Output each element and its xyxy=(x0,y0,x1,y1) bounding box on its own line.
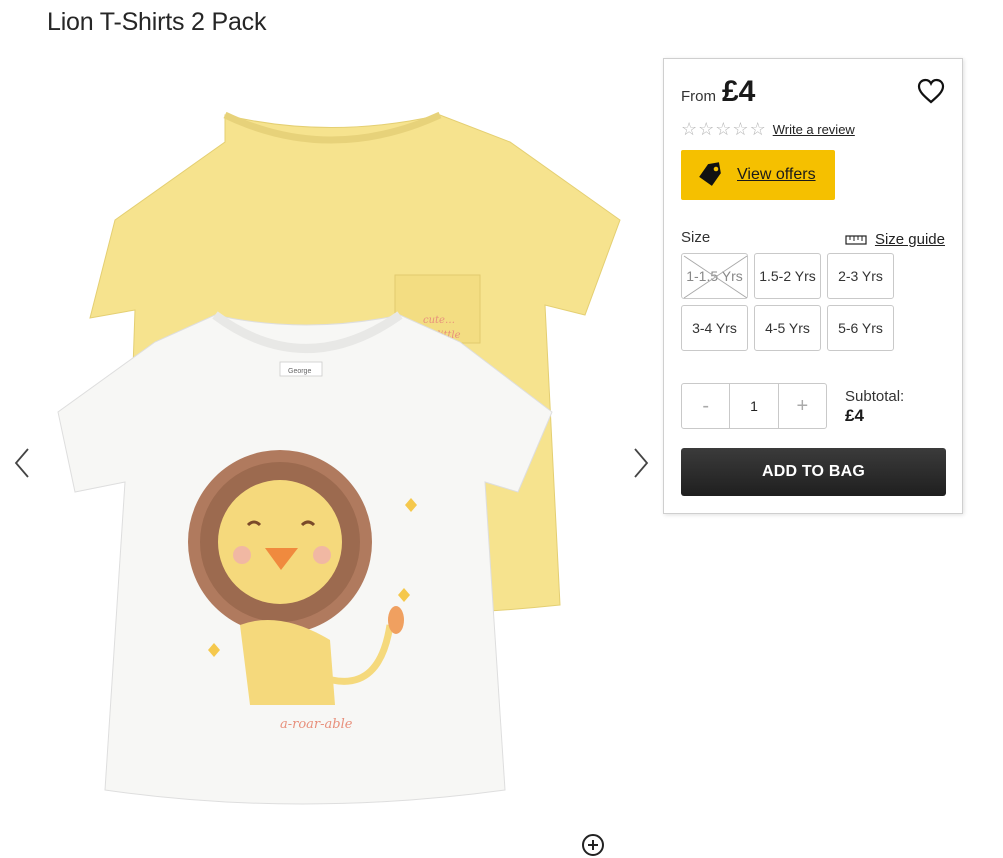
zoom-plus-icon[interactable] xyxy=(580,832,606,858)
price-row: From £4 xyxy=(681,75,755,109)
lion-caption: a-roar-able xyxy=(280,717,353,732)
ruler-icon xyxy=(845,234,867,245)
size-guide-label: Size guide xyxy=(874,231,945,248)
unavailable-cross-icon xyxy=(683,255,748,299)
star-icon: ☆ xyxy=(749,119,766,139)
star-icon: ☆ xyxy=(681,119,698,139)
quantity-decrease-button[interactable]: - xyxy=(682,384,729,428)
quantity-stepper: - 1 + xyxy=(681,383,827,429)
size-option-label: 5-6 Yrs xyxy=(838,320,883,336)
size-option[interactable]: 3-4 Yrs xyxy=(681,305,748,351)
neck-label: George xyxy=(288,368,311,375)
subtotal-value: £4 xyxy=(845,406,864,425)
add-to-bag-button[interactable]: ADD TO BAG xyxy=(681,448,946,496)
size-option-label: 4-5 Yrs xyxy=(765,320,810,336)
quantity-increase-button[interactable]: + xyxy=(779,384,826,428)
write-review-link[interactable]: Write a review xyxy=(773,122,855,137)
star-icon: ☆ xyxy=(715,119,732,139)
size-option[interactable]: 1.5-2 Yrs xyxy=(754,253,821,299)
price-tag-icon xyxy=(699,162,721,186)
product-gallery: cute… little George a-roar-able xyxy=(0,60,660,856)
product-image[interactable]: cute… little George a-roar-able xyxy=(40,80,630,820)
price: £4 xyxy=(722,75,756,108)
size-option-unavailable[interactable]: 1-1.5 Yrs xyxy=(681,253,748,299)
subtotal: Subtotal: £4 xyxy=(845,388,904,426)
size-guide-link[interactable]: Size guide xyxy=(845,231,945,248)
rating-row: ☆ ☆ ☆ ☆ ☆ Write a review xyxy=(681,120,855,138)
quantity-input[interactable]: 1 xyxy=(729,384,779,428)
heart-icon[interactable] xyxy=(916,77,946,105)
buy-panel: From £4 ☆ ☆ ☆ ☆ ☆ Write a review View of… xyxy=(663,58,963,514)
chevron-right-icon[interactable] xyxy=(625,443,655,483)
page-title: Lion T-Shirts 2 Pack xyxy=(47,8,267,36)
chevron-left-icon[interactable] xyxy=(8,443,38,483)
view-offers-button[interactable]: View offers xyxy=(681,150,835,200)
pocket-text-1: cute… xyxy=(423,315,455,326)
size-option-label: 1.5-2 Yrs xyxy=(759,268,816,284)
size-option-label: 2-3 Yrs xyxy=(838,268,883,284)
size-option[interactable]: 4-5 Yrs xyxy=(754,305,821,351)
size-label: Size xyxy=(681,229,711,246)
star-icon: ☆ xyxy=(732,119,749,139)
size-option[interactable]: 2-3 Yrs xyxy=(827,253,894,299)
size-option[interactable]: 5-6 Yrs xyxy=(827,305,894,351)
star-icon: ☆ xyxy=(698,119,715,139)
size-option-label: 3-4 Yrs xyxy=(692,320,737,336)
view-offers-label: View offers xyxy=(737,166,816,183)
from-label: From xyxy=(681,88,716,105)
subtotal-label: Subtotal: xyxy=(845,388,905,405)
